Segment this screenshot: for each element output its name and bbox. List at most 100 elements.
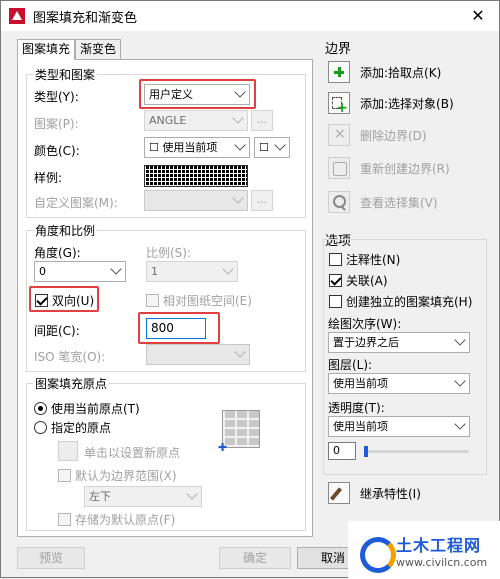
use-current-origin-radio[interactable]: 使用当前原点(T) [34, 400, 140, 417]
window-title: 图案填充和渐变色 [33, 10, 138, 26]
custom-pattern-select[interactable] [144, 190, 248, 211]
inherit-properties-button[interactable]: 继承特性(I) [328, 482, 421, 504]
recreate-boundary-label: 重新创建边界(R) [360, 161, 450, 176]
remove-boundary-icon [328, 124, 350, 146]
tab-gradient[interactable]: 渐变色 [75, 39, 122, 59]
chevron-down-icon [222, 263, 234, 275]
tab-bar: 图案填充 渐变色 [17, 39, 122, 60]
title-bar: 图案填充和渐变色 ✕ [1, 1, 499, 31]
chevron-down-icon [454, 375, 466, 387]
iso-pen-select[interactable] [146, 344, 250, 365]
set-origin-icon[interactable] [58, 441, 78, 461]
remove-boundaries-button[interactable]: 删除边界(D) [328, 124, 427, 146]
add-pick-points-label: 添加:拾取点(K) [360, 65, 442, 80]
radio-icon [34, 421, 47, 434]
extent-select-value: 左下 [89, 490, 111, 503]
type-label: 类型(Y): [34, 90, 79, 104]
boundary-legend: 边界 [325, 42, 352, 57]
layer-select[interactable]: 使用当前项 [328, 373, 470, 394]
highlight-double [29, 286, 99, 312]
associative-checkbox[interactable]: 关联(A) [329, 272, 388, 289]
pattern-select-value: ANGLE [149, 114, 187, 127]
scale-select[interactable]: 1 [146, 261, 238, 282]
watermark-title: 土木工程网 [396, 535, 482, 555]
chevron-down-icon [232, 112, 244, 124]
type-pattern-legend: 类型和图案 [33, 66, 98, 83]
highlight-type [139, 79, 256, 109]
scale-label: 比例(S): [146, 246, 192, 260]
use-current-origin-label: 使用当前原点(T) [51, 402, 140, 416]
origin-legend: 图案填充原点 [33, 375, 110, 392]
checkbox-icon [329, 295, 342, 308]
inherit-properties-label: 继承特性(I) [360, 486, 421, 501]
specified-origin-radio[interactable]: 指定的原点 [34, 419, 111, 436]
recreate-boundary-icon [328, 157, 350, 179]
separate-hatch-checkbox[interactable]: 创建独立的图案填充(H) [329, 293, 472, 310]
magnifier-icon [328, 191, 350, 213]
tab-hatch[interactable]: 图案填充 [17, 39, 76, 60]
recreate-boundary-button[interactable]: 重新创建边界(R) [328, 157, 450, 179]
default-extent-checkbox[interactable]: 默认为边界范围(X) [58, 467, 177, 484]
add-point-icon [328, 61, 350, 83]
store-default-label: 存储为默认原点(F) [75, 513, 176, 527]
bg-color-select[interactable]: ☐ [254, 137, 290, 158]
checkbox-icon [58, 513, 71, 526]
radio-selected-icon [34, 402, 47, 415]
spacing-label: 间距(C): [34, 324, 80, 338]
remove-boundaries-label: 删除边界(D) [360, 128, 427, 143]
ok-button[interactable]: 确定 [219, 547, 291, 569]
sample-swatch[interactable] [144, 165, 248, 187]
chevron-down-icon [110, 263, 122, 275]
view-selections-label: 查看选择集(V) [360, 195, 438, 210]
scale-select-value: 1 [151, 265, 158, 278]
add-pick-points-button[interactable]: 添加:拾取点(K) [328, 61, 441, 83]
transparency-select[interactable]: 使用当前项 [328, 416, 470, 437]
color-select-value: ☐ 使用当前项 [149, 141, 218, 154]
associative-label: 关联(A) [346, 274, 388, 288]
sample-label: 样例: [34, 171, 63, 185]
custom-browse-button[interactable]: ... [251, 190, 273, 211]
select-objects-icon [328, 92, 350, 116]
angle-label: 角度(G): [34, 246, 81, 260]
checkbox-icon [146, 294, 159, 307]
separate-hatch-label: 创建独立的图案填充(H) [346, 295, 473, 309]
extent-select[interactable]: 左下 [84, 486, 202, 507]
color-select[interactable]: ☐ 使用当前项 [144, 137, 250, 158]
relative-paper-label: 相对图纸空间(E) [163, 294, 252, 308]
transparency-slider[interactable] [367, 450, 469, 453]
close-icon[interactable]: ✕ [467, 6, 489, 26]
draw-order-select[interactable]: 置于边界之后 [328, 332, 470, 353]
relative-paper-checkbox[interactable]: 相对图纸空间(E) [146, 292, 252, 309]
layer-label: 图层(L): [328, 358, 373, 372]
angle-select[interactable]: 0 [34, 261, 126, 282]
watermark-text: 土木工程网 www.civilcn.com [396, 532, 487, 569]
annotative-checkbox[interactable]: 注释性(N) [329, 251, 400, 268]
dialog-window: 图案填充和渐变色 ✕ 图案填充 渐变色 类型和图案 类型(Y): 用户定义 图案… [0, 0, 500, 579]
transparency-amount-input[interactable]: 0 [328, 442, 356, 460]
angle-select-value: 0 [39, 265, 46, 278]
civilcn-logo-icon [360, 535, 396, 573]
draw-order-value: 置于边界之后 [333, 336, 399, 349]
layer-value: 使用当前项 [333, 377, 388, 390]
watermark: 土木工程网 www.civilcn.com [348, 521, 500, 579]
transparency-value: 使用当前项 [333, 420, 388, 433]
chevron-down-icon [186, 488, 198, 500]
view-selections-button[interactable]: 查看选择集(V) [328, 191, 438, 213]
custom-pattern-label: 自定义图案(M): [34, 196, 118, 210]
pattern-select[interactable]: ANGLE [144, 110, 248, 131]
store-default-checkbox[interactable]: 存储为默认原点(F) [58, 511, 175, 528]
pattern-browse-button[interactable]: ... [251, 110, 273, 131]
checkbox-icon [329, 253, 342, 266]
chevron-down-icon [274, 139, 286, 151]
autocad-logo-icon [9, 8, 25, 24]
chevron-down-icon [454, 334, 466, 346]
checkbox-icon [58, 469, 71, 482]
color-label: 颜色(C): [34, 144, 80, 158]
transparency-slider-thumb[interactable] [364, 446, 368, 457]
preview-button[interactable]: 预览 [17, 547, 85, 569]
chevron-down-icon [454, 418, 466, 430]
add-select-objects-button[interactable]: 添加:选择对象(B) [328, 92, 454, 116]
iso-pen-label: ISO 笔宽(O): [34, 350, 106, 364]
origin-preview-image [222, 410, 260, 448]
bg-color-value: ☐ [259, 141, 269, 154]
